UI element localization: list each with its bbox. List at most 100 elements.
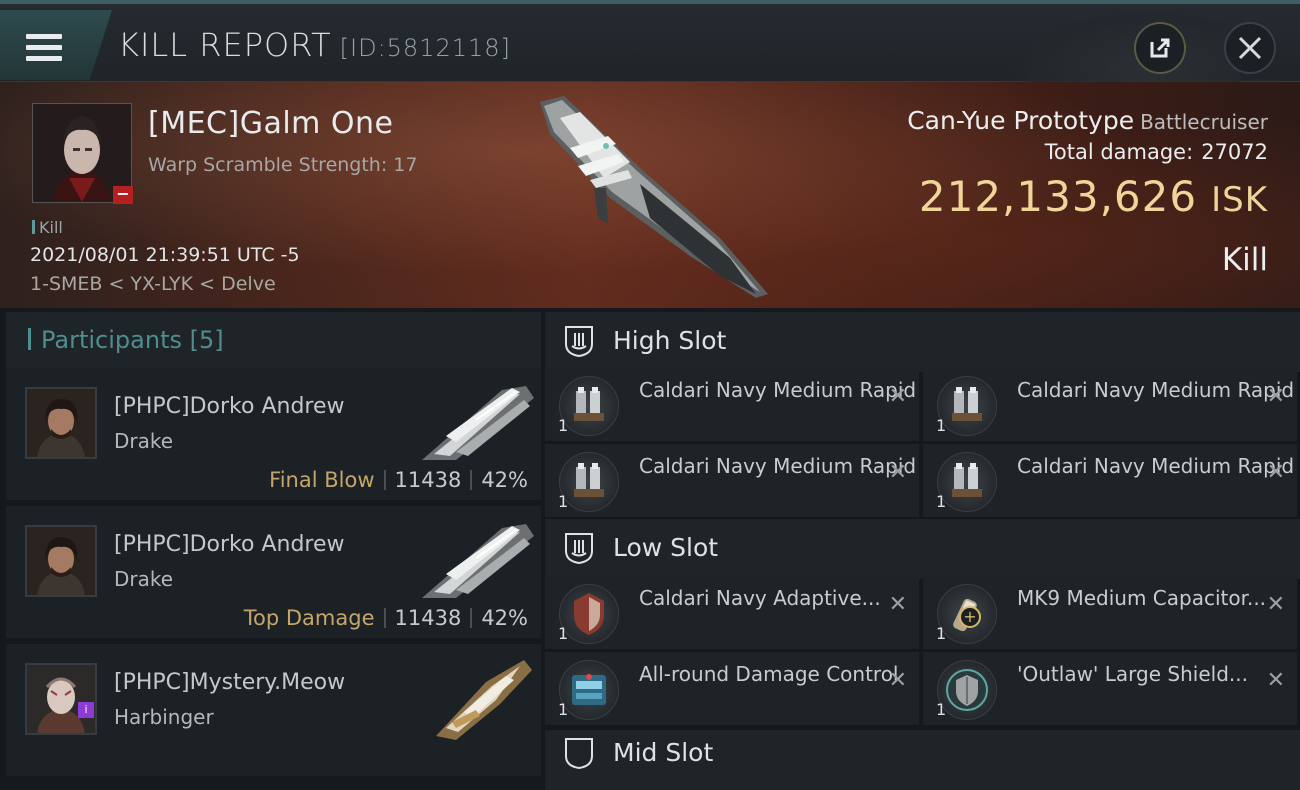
kill-location[interactable]: 1-SMEB < YX-LYK < Delve bbox=[30, 273, 276, 295]
participant-name: [PHPC]Dorko Andrew bbox=[114, 394, 345, 419]
kill-summary: − [MEC]Galm One Warp Scramble Strength: … bbox=[0, 82, 1300, 308]
mid-slot-header: Mid Slot bbox=[545, 730, 1300, 790]
module-quantity: 1 bbox=[936, 700, 947, 719]
menu-button[interactable] bbox=[0, 10, 112, 80]
destroyed-marker-icon: ✕ bbox=[1266, 668, 1285, 693]
participant-avatar bbox=[25, 525, 97, 597]
participant-avatar bbox=[25, 387, 97, 459]
total-damage-label: Total damage: bbox=[1044, 140, 1194, 164]
participant-percent: 42% bbox=[481, 468, 528, 492]
total-damage-line: Total damage: 27072 bbox=[1045, 140, 1268, 164]
mid-slot-icon bbox=[565, 738, 593, 770]
participant-ship-image bbox=[436, 660, 532, 740]
participant-stats: Top Damage 11438 42% bbox=[244, 606, 528, 630]
kill-datetime: 2021/08/01 21:39:51 UTC -5 bbox=[30, 244, 300, 266]
victim-name[interactable]: [MEC]Galm One bbox=[148, 106, 394, 141]
participant-name: [PHPC]Mystery.Meow bbox=[114, 670, 346, 695]
mid-slot-label: Mid Slot bbox=[613, 738, 714, 767]
share-icon bbox=[1150, 38, 1170, 58]
destroyed-marker-icon: ✕ bbox=[888, 384, 907, 409]
high-slot-module[interactable]: 1 Caldari Navy Medium Rapid ... ✕ bbox=[545, 444, 919, 517]
module-name: Caldari Navy Medium Rapid ... bbox=[639, 454, 919, 478]
participants-title: Participants [5] bbox=[41, 326, 224, 354]
high-slot-label: High Slot bbox=[613, 326, 727, 355]
title-text: KILL REPORT bbox=[118, 26, 332, 64]
hamburger-icon bbox=[26, 34, 62, 62]
participant-role: Top Damage bbox=[243, 606, 375, 630]
isk-value: 212,133,626 bbox=[918, 172, 1198, 221]
isk-value-line: 212,133,626 ISK bbox=[919, 172, 1268, 221]
module-name: Caldari Navy Medium Rapid ... bbox=[1017, 454, 1297, 478]
participant-ship: Drake bbox=[114, 567, 174, 591]
participants-label: Participants bbox=[41, 326, 182, 354]
module-name: 'Outlaw' Large Shield... bbox=[1017, 662, 1248, 686]
module-quantity: 1 bbox=[936, 416, 947, 435]
low-slot-icon bbox=[565, 533, 593, 565]
participant-row[interactable]: i [PHPC]Mystery.Meow Harbinger bbox=[6, 644, 541, 779]
total-damage-value: 27072 bbox=[1201, 140, 1268, 164]
report-id: [ID:5812118] bbox=[339, 34, 511, 62]
participant-percent: 42% bbox=[481, 606, 528, 630]
participant-row[interactable]: [PHPC]Dorko Andrew Drake Final Blow 11438… bbox=[6, 368, 541, 503]
participant-ship: Drake bbox=[114, 429, 174, 453]
info-badge: i bbox=[78, 702, 94, 718]
module-name: All-round Damage Control bbox=[639, 662, 899, 686]
low-slot-label: Low Slot bbox=[613, 533, 719, 562]
participant-name: [PHPC]Dorko Andrew bbox=[114, 532, 345, 557]
destroyed-marker-icon: ✕ bbox=[888, 592, 907, 617]
plus-badge-icon: + bbox=[959, 606, 981, 628]
destroyed-marker-icon: ✕ bbox=[1266, 460, 1285, 485]
module-quantity: 1 bbox=[558, 492, 569, 511]
victim-ship-image bbox=[540, 96, 768, 298]
header-decoration bbox=[1010, 8, 1240, 86]
share-button[interactable] bbox=[1134, 22, 1186, 74]
module-name: Caldari Navy Medium Rapid ... bbox=[639, 378, 919, 402]
low-slot-module[interactable]: + 1 MK9 Medium Capacitor... ✕ bbox=[923, 576, 1297, 649]
participants-count: [5] bbox=[189, 326, 224, 354]
destroyed-marker-icon: ✕ bbox=[1266, 592, 1285, 617]
module-quantity: 1 bbox=[936, 492, 947, 511]
page-title: KILL REPORT [ID:5812118] bbox=[118, 26, 511, 64]
module-quantity: 1 bbox=[558, 700, 569, 719]
kill-result: Kill bbox=[1221, 242, 1268, 278]
low-slot-module[interactable]: 1 All-round Damage Control ✕ bbox=[545, 652, 919, 725]
participants-panel: Participants [5] [PHPC]Dorko Andrew Drak… bbox=[6, 312, 541, 779]
warp-scramble-strength: Warp Scramble Strength: 17 bbox=[148, 154, 418, 176]
high-slot-icon bbox=[565, 326, 593, 358]
title-bar: KILL REPORT [ID:5812118] bbox=[0, 4, 1300, 86]
low-slot-module[interactable]: 1 'Outlaw' Large Shield... ✕ bbox=[923, 652, 1297, 725]
victim-ship-class: Battlecruiser bbox=[1140, 110, 1268, 134]
high-slot-header: High Slot bbox=[545, 312, 1300, 372]
participant-avatar bbox=[25, 663, 97, 735]
module-quantity: 1 bbox=[558, 416, 569, 435]
participant-ship: Harbinger bbox=[114, 705, 214, 729]
participant-damage: 11438 bbox=[394, 606, 462, 630]
high-slot-module[interactable]: 1 Caldari Navy Medium Rapid ... ✕ bbox=[923, 368, 1297, 441]
close-icon bbox=[1238, 36, 1262, 60]
module-quantity: 1 bbox=[936, 624, 947, 643]
destroyed-marker-icon: ✕ bbox=[888, 668, 907, 693]
low-slot-header: Low Slot bbox=[545, 519, 1300, 579]
hostile-badge: − bbox=[113, 186, 133, 204]
high-slot-module[interactable]: 1 Caldari Navy Medium Rapid ... ✕ bbox=[545, 368, 919, 441]
participant-ship-image bbox=[422, 386, 534, 460]
participants-header: Participants [5] bbox=[6, 312, 541, 368]
close-button[interactable] bbox=[1224, 22, 1276, 74]
module-quantity: 1 bbox=[558, 624, 569, 643]
header-accent-bar bbox=[28, 328, 31, 350]
destroyed-marker-icon: ✕ bbox=[888, 460, 907, 485]
participant-stats: Final Blow 11438 42% bbox=[269, 468, 528, 492]
high-slot-module[interactable]: 1 Caldari Navy Medium Rapid ... ✕ bbox=[923, 444, 1297, 517]
isk-unit: ISK bbox=[1211, 180, 1268, 220]
low-slot-module[interactable]: 1 Caldari Navy Adaptive... ✕ bbox=[545, 576, 919, 649]
participant-ship-image bbox=[422, 524, 534, 598]
participant-role: Final Blow bbox=[269, 468, 375, 492]
module-name: MK9 Medium Capacitor... bbox=[1017, 586, 1267, 610]
participant-row[interactable]: [PHPC]Dorko Andrew Drake Top Damage 11438… bbox=[6, 506, 541, 641]
destroyed-marker-icon: ✕ bbox=[1266, 384, 1285, 409]
module-name: Caldari Navy Adaptive... bbox=[639, 586, 881, 610]
fitting-panel: High Slot 1 Caldari Navy Medium Rapid ..… bbox=[545, 312, 1300, 790]
victim-ship-name[interactable]: Can-Yue Prototype bbox=[907, 106, 1134, 135]
victim-ship-line: Can-Yue Prototype Battlecruiser bbox=[907, 106, 1268, 135]
kill-type-tag: Kill bbox=[32, 218, 63, 237]
